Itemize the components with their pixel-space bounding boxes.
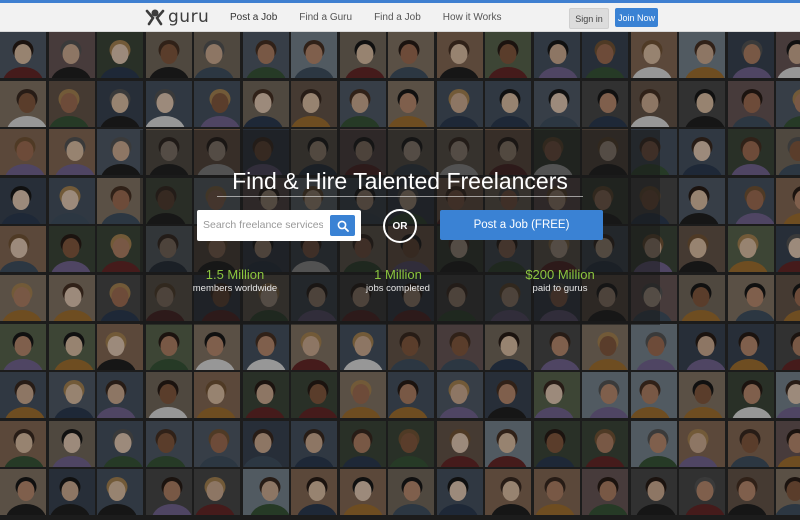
stat-value: 1.5 Million xyxy=(205,267,265,282)
hero-divider xyxy=(217,196,583,197)
search-icon xyxy=(337,220,349,232)
stat-value: 1 Million xyxy=(374,267,422,282)
sign-in-button[interactable]: Sign in xyxy=(569,8,609,29)
nav-find-a-job[interactable]: Find a Job xyxy=(374,12,421,23)
stat-paid: $200 Million paid to gurus xyxy=(505,267,615,294)
nav-post-a-job[interactable]: Post a Job xyxy=(230,12,277,23)
main-nav: Post a Job Find a Guru Find a Job How it… xyxy=(230,3,524,31)
or-separator: OR xyxy=(383,209,417,243)
stat-members: 1.5 Million members worldwide xyxy=(180,267,290,294)
hero-title: Find & Hire Talented Freelancers xyxy=(232,168,568,194)
stat-label: members worldwide xyxy=(192,283,278,294)
search-box xyxy=(197,210,361,241)
join-now-button[interactable]: Join Now xyxy=(615,8,658,27)
stat-label: paid to gurus xyxy=(532,283,588,294)
guru-logo[interactable]: guru xyxy=(145,7,209,27)
guru-logo-icon xyxy=(145,9,165,26)
search-input[interactable] xyxy=(203,216,323,234)
search-button[interactable] xyxy=(330,215,355,236)
nav-find-a-guru[interactable]: Find a Guru xyxy=(299,12,352,23)
logo-text: guru xyxy=(168,7,210,27)
site-header: guru Post a Job Find a Guru Find a Job H… xyxy=(0,3,800,32)
nav-how-it-works[interactable]: How it Works xyxy=(443,12,502,23)
stat-label: jobs completed xyxy=(366,283,430,294)
stat-value: $200 Million xyxy=(525,267,595,282)
stat-jobs: 1 Million jobs completed xyxy=(343,267,453,294)
post-a-job-button[interactable]: Post a Job (FREE) xyxy=(440,210,603,240)
